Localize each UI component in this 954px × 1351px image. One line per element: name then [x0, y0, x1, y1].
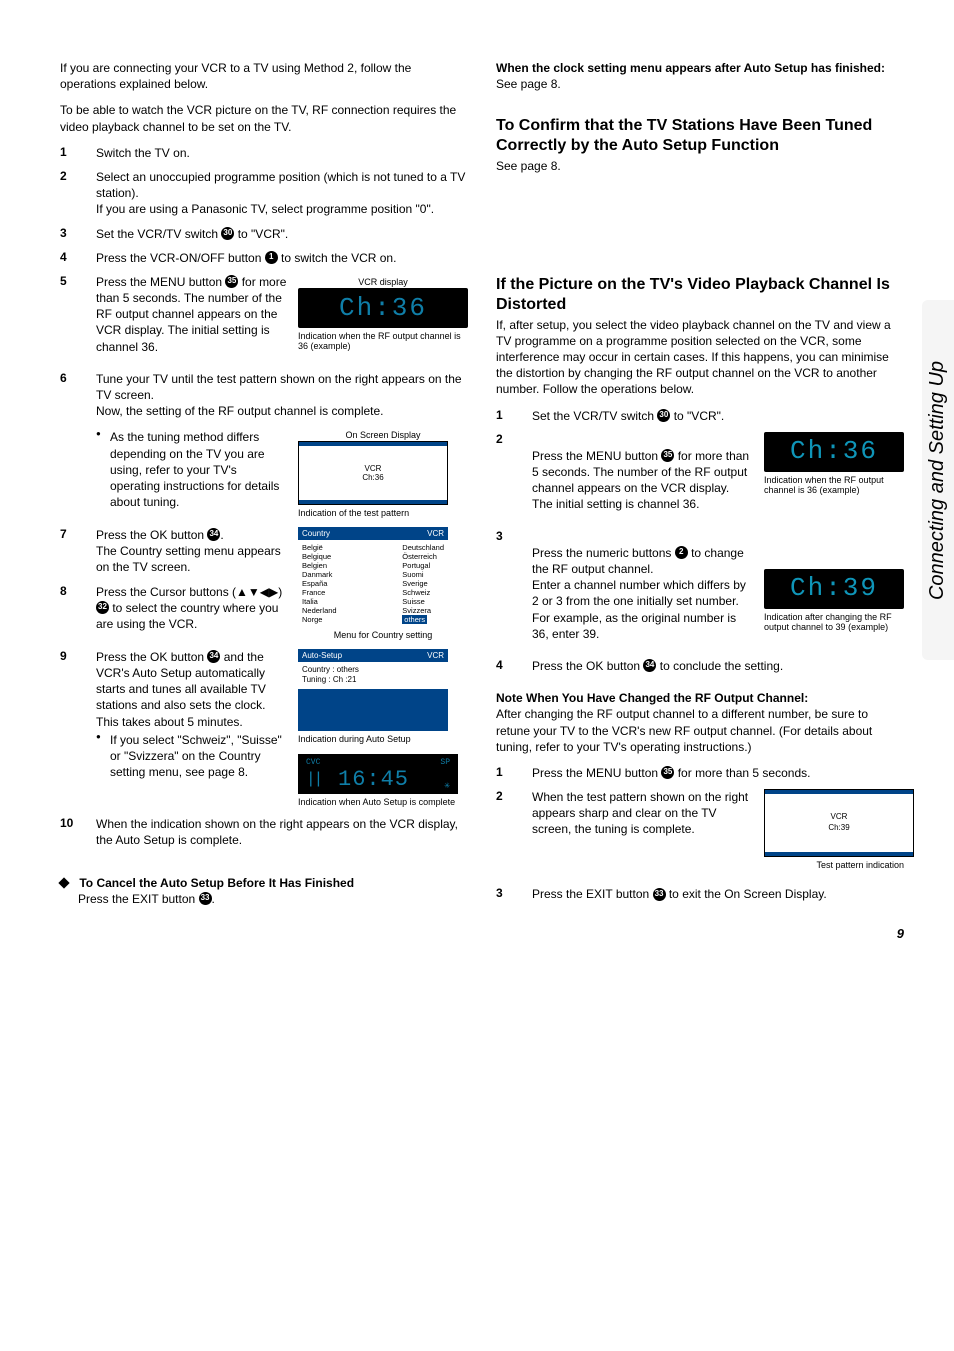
n-step-1: 1 Press the MENU button 35 for more than… [496, 765, 904, 781]
step-9-row: 9 Press the OK button 34 and the VCR's A… [60, 649, 468, 808]
cancel-block: To Cancel the Auto Setup Before It Has F… [60, 875, 468, 907]
step-2: 2 Select an unoccupied programme positio… [60, 169, 468, 218]
d-step-3: 3 Press the numeric buttons 2 to change … [496, 529, 904, 650]
intro-1: If you are connecting your VCR to a TV u… [60, 60, 468, 92]
n-step-3: 3 Press the EXIT button 33 to exit the O… [496, 886, 904, 902]
d-step-2: 2 Press the MENU button 35 for more than… [496, 432, 904, 521]
segment-display-ch36: Ch:36 [298, 288, 468, 328]
heading-confirm: To Confirm that the TV Stations Have Bee… [496, 116, 904, 156]
n-osd-fig: VCR Ch:39 Test pattern indication [764, 789, 904, 870]
step-6: 6 Tune your TV until the test pattern sh… [60, 371, 468, 420]
badge-35: 35 [225, 275, 238, 288]
country-col-b: DeutschlandÖsterreichPortugalSuomiSverig… [402, 543, 444, 624]
badge-1: 1 [265, 251, 278, 264]
vcr-time-display: CVC SP || 16:45 ✳ [298, 754, 458, 794]
clock-note: When the clock setting menu appears afte… [496, 60, 904, 92]
auto-setup-screen: Auto-SetupVCR Country : others Tuning : … [298, 649, 448, 731]
badge-34: 34 [207, 528, 220, 541]
note-rf-change: Note When You Have Changed the RF Output… [496, 690, 904, 755]
badge-2: 2 [675, 546, 688, 559]
step-7-8-row: 7 Press the OK button 34. The Country se… [60, 527, 468, 641]
d-ch39-fig: Ch:39 Indication after changing the RF o… [764, 569, 904, 642]
right-column: When the clock setting menu appears afte… [496, 60, 904, 917]
side-tab-label: Connecting and Setting Up [927, 360, 950, 599]
d-ch36-fig: Ch:36 Indication when the RF output chan… [764, 432, 904, 513]
step-7: 7 Press the OK button 34. The Country se… [60, 527, 288, 576]
osd-fig: On Screen Display VCR Ch:36 Indication o… [298, 427, 468, 519]
page: Connecting and Setting Up If you are con… [0, 0, 954, 957]
heading-distorted: If the Picture on the TV's Video Playbac… [496, 275, 904, 315]
country-menu: CountryVCR BelgiëBelgiqueBelgienDanmarkE… [298, 527, 448, 627]
columns: If you are connecting your VCR to a TV u… [60, 60, 904, 917]
d-step-1: 1 Set the VCR/TV switch 30 to "VCR". [496, 408, 904, 424]
step-1: 1 Switch the TV on. [60, 145, 468, 161]
step-5-row: 5 Press the MENU button 35 for more than… [60, 274, 468, 363]
step-3: 3 Set the VCR/TV switch 30 to "VCR". [60, 226, 468, 242]
badge-32: 32 [96, 601, 109, 614]
test-pattern-screen: VCR Ch:36 [298, 441, 448, 505]
badge-30: 30 [221, 227, 234, 240]
step-8: 8 Press the Cursor buttons (▲▼◀▶) 32 to … [60, 584, 288, 633]
country-col-a: BelgiëBelgiqueBelgienDanmarkEspañaFrance… [302, 543, 337, 624]
d-step-4: 4 Press the OK button 34 to conclude the… [496, 658, 904, 674]
side-tab: Connecting and Setting Up [922, 300, 954, 660]
country-menu-fig: CountryVCR BelgiëBelgiqueBelgienDanmarkE… [298, 527, 468, 641]
left-column: If you are connecting your VCR to a TV u… [60, 60, 468, 917]
intro-2: To be able to watch the VCR picture on t… [60, 102, 468, 134]
n-step-2: 2 When the test pattern shown on the rig… [496, 789, 904, 878]
vcr-display-fig: VCR display Ch:36 Indication when the RF… [298, 274, 468, 363]
step-4: 4 Press the VCR-ON/OFF button 1 to switc… [60, 250, 468, 266]
badge-33: 33 [199, 892, 212, 905]
step-10: 10 When the indication shown on the righ… [60, 816, 468, 848]
page-number: 9 [897, 926, 904, 941]
step-5: 5 Press the MENU button 35 for more than… [60, 274, 288, 355]
auto-setup-fig: Auto-SetupVCR Country : others Tuning : … [298, 649, 468, 808]
test-pattern-screen-2: VCR Ch:39 [764, 789, 914, 857]
step-9: 9 Press the OK button 34 and the VCR's A… [60, 649, 288, 781]
diamond-icon [58, 878, 69, 889]
step-6-sub: As the tuning method differs depending o… [60, 427, 468, 519]
